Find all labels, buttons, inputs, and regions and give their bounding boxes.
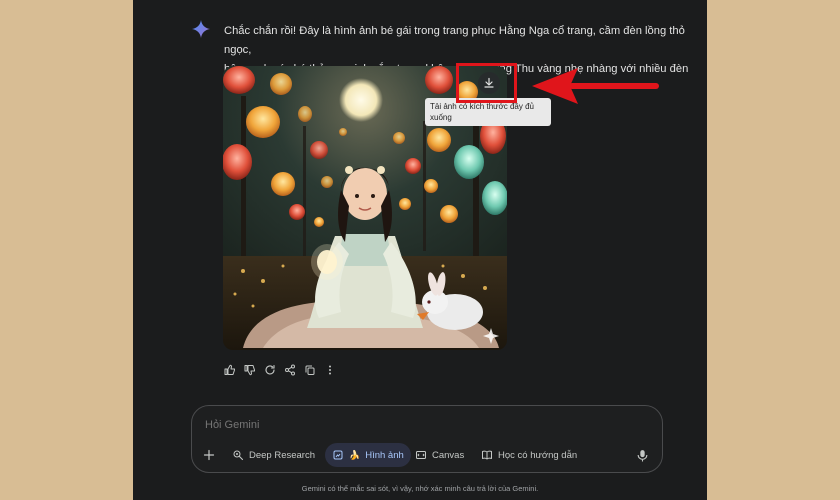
prompt-composer: Deep Research 🍌 Hình ảnh Canvas Học có h…: [191, 405, 663, 473]
highlight-box-annotation: [456, 63, 517, 103]
microphone-button[interactable]: [634, 447, 650, 463]
response-line-1: Chắc chắn rồi! Đây là hình ảnh bé gái tr…: [224, 25, 685, 56]
deep-research-icon: [233, 450, 244, 461]
refresh-icon[interactable]: [263, 363, 277, 377]
book-icon: [482, 450, 492, 460]
deep-research-label: Deep Research: [249, 449, 316, 461]
canvas-label: Canvas: [432, 449, 465, 461]
banana-emoji: 🍌: [349, 449, 361, 460]
images-tool-button[interactable]: 🍌 Hình ảnh: [325, 443, 411, 467]
gemini-sparkle-icon: [192, 20, 210, 38]
guided-learning-label: Học có hướng dẫn: [498, 449, 578, 461]
copy-icon[interactable]: [303, 363, 317, 377]
share-icon[interactable]: [283, 363, 297, 377]
guided-learning-button[interactable]: Học có hướng dẫn: [474, 443, 584, 467]
microphone-icon: [637, 449, 647, 461]
image-gen-icon: [333, 450, 343, 460]
canvas-icon: [416, 451, 426, 459]
more-vert-icon[interactable]: [323, 363, 337, 377]
thumb-up-icon[interactable]: [223, 363, 237, 377]
prompt-input[interactable]: [205, 416, 605, 434]
response-actions: [223, 362, 337, 378]
images-tool-label: Hình ảnh: [365, 449, 404, 461]
plus-icon: [203, 449, 215, 461]
add-files-button[interactable]: [200, 446, 218, 464]
red-arrow-annotation: [532, 68, 659, 104]
disclaimer-text: Gemini có thể mắc sai sót, vì vậy, nhớ x…: [301, 484, 539, 493]
canvas-button[interactable]: Canvas: [408, 443, 471, 467]
thumb-down-icon[interactable]: [243, 363, 257, 377]
deep-research-button[interactable]: Deep Research: [225, 443, 322, 467]
